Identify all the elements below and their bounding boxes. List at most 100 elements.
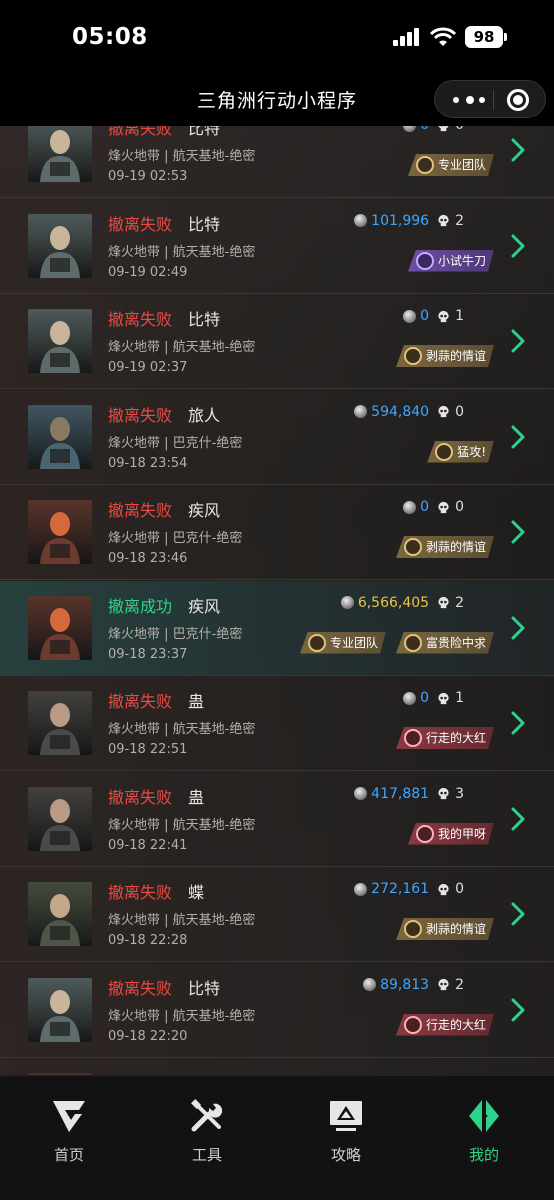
chevron-right-icon[interactable] (510, 998, 526, 1022)
badge-emblem-icon (404, 634, 422, 652)
match-record-row[interactable]: 撤离失败 比特 烽火地带 | 航天基地-绝密 09-18 22:20 89,813 2 行走… (0, 962, 554, 1058)
operator-name: 蛊 (188, 692, 205, 711)
skull-icon (438, 596, 449, 609)
achievement-badge: 专业团队 (408, 154, 494, 176)
extraction-status: 撤离失败 (108, 883, 173, 902)
extraction-status: 撤离失败 (108, 310, 173, 329)
nav-bar: 三角洲行动小程序 (0, 78, 554, 126)
kill-count: 2 (455, 212, 464, 229)
kill-count: 0 (455, 126, 464, 133)
operator-name: 比特 (188, 214, 221, 234)
achievement-badge: 专业团队 (300, 632, 386, 654)
chevron-right-icon[interactable] (510, 138, 526, 162)
chevron-right-icon[interactable] (510, 711, 526, 735)
loot-value: 417,881 (371, 785, 430, 802)
map-name: 烽火地带 | 航天基地-绝密 (108, 913, 256, 928)
tab-guides[interactable]: 攻略 (306, 1098, 386, 1165)
more-icon[interactable] (449, 90, 489, 110)
badge-list: 专业团队 (398, 154, 494, 176)
loot-value-group: 01 (403, 308, 464, 324)
wifi-icon (430, 27, 456, 46)
currency-coin-icon (403, 309, 417, 323)
status-time: 05:08 (72, 24, 148, 50)
operator-name: 蝶 (188, 883, 205, 902)
tab-mine[interactable]: 我的 (444, 1098, 524, 1165)
mini-program-capsule (434, 80, 546, 118)
skull-icon (438, 126, 449, 131)
match-time: 09-18 23:46 (108, 551, 188, 566)
badge-label: 专业团队 (329, 635, 378, 650)
badge-label: 剥蒜的情谊 (425, 349, 486, 363)
badge-emblem-icon (435, 443, 453, 461)
loot-value: 0 (420, 308, 430, 324)
badge-label: 行走的大红 (425, 731, 486, 745)
badge-label: 富贵险中求 (425, 635, 486, 650)
operator-name: 蛊 (188, 787, 205, 807)
skull-icon (438, 501, 449, 513)
operator-avatar (28, 500, 92, 564)
badge-label: 我的甲呀 (437, 826, 486, 841)
loot-value-group: 101,996 2 (354, 213, 464, 229)
close-mini-program-icon[interactable] (507, 89, 529, 111)
match-record-row[interactable]: 撤离失败 比特 烽火地带 | 航天基地-绝密 09-19 02:49 101,996 2 小… (0, 198, 554, 294)
match-record-row[interactable]: 撤离失败红狼 (0, 1058, 554, 1075)
skull-icon (438, 978, 449, 991)
loot-value: 594,840 (371, 403, 430, 420)
chevron-right-icon[interactable] (510, 616, 526, 640)
operator-name: 旅人 (188, 405, 221, 425)
loot-value: 272,161 (371, 881, 430, 897)
match-record-row[interactable]: 撤离失败 旅人 烽火地带 | 巴克什-绝密 09-18 23:54 594,840 0 猛攻… (0, 389, 554, 485)
currency-coin-icon (354, 214, 368, 227)
badge-emblem-icon (404, 538, 422, 556)
match-record-list[interactable]: 撤离失败比特烽火地带 | 航天基地-绝密09-19 02:5300专业团队撤离失… (0, 126, 554, 1075)
tab-guides-label: 攻略 (330, 1146, 361, 1164)
chevron-right-icon[interactable] (510, 329, 526, 353)
extraction-status: 撤离失败 (108, 405, 173, 425)
chevron-right-icon[interactable] (510, 234, 526, 258)
badge-list: 专业团队 富贵险中求 (290, 632, 494, 654)
match-record-row[interactable]: 撤离失败蝶烽火地带 | 航天基地-绝密 09-18 22:28 272,161 0 剥蒜… (0, 867, 554, 962)
match-record-row[interactable]: 撤离失败蛊烽火地带 | 航天基地-绝密 09-18 22:41 417,881 3 我的… (0, 771, 554, 867)
match-record-row[interactable]: 撤离成功 疾风 烽火地带 | 巴克什-绝密 09-18 23:37 6,566,405 2… (0, 580, 554, 676)
currency-coin-icon (354, 405, 368, 418)
kill-count: 2 (455, 594, 464, 611)
skull-icon (438, 405, 449, 418)
match-time: 09-18 22:20 (108, 1028, 188, 1044)
operator-avatar (28, 309, 92, 373)
match-record-row[interactable]: 撤离失败比特烽火地带 | 航天基地-绝密09-19 02:5300专业团队 (0, 126, 554, 198)
badge-label: 行走的大红 (425, 1017, 486, 1032)
chevron-right-icon[interactable] (510, 807, 526, 831)
tab-mine-label: 我的 (468, 1146, 499, 1164)
achievement-badge: 剥蒜的情谊 (396, 536, 494, 558)
currency-coin-icon (403, 691, 417, 705)
match-record-row[interactable]: 撤离失败 比特 烽火地带 | 航天基地-绝密 09-19 02:37 0 1 剥蒜的情谊 (0, 294, 554, 389)
operator-name: 比特 (188, 310, 221, 329)
badge-emblem-icon (416, 825, 434, 843)
loot-value-group: 272,161 0 (354, 881, 464, 897)
match-time: 09-18 23:37 (108, 646, 188, 662)
kill-count: 0 (455, 499, 464, 515)
badge-list: 剥蒜的情谊 (386, 345, 494, 367)
badge-list: 剥蒜的情谊 (386, 536, 494, 558)
badge-list: 猛攻! (417, 441, 494, 463)
currency-coin-icon (403, 500, 417, 514)
tab-home-label: 首页 (53, 1146, 84, 1164)
chevron-right-icon[interactable] (510, 425, 526, 449)
loot-value: 89,813 (380, 976, 430, 993)
match-record-row[interactable]: 撤离失败 疾风 烽火地带 | 巴克什-绝密 09-18 23:46 0 0 剥蒜的情谊 (0, 485, 554, 580)
badge-list: 我的甲呀 (398, 823, 494, 845)
match-time: 09-18 22:28 (108, 933, 188, 948)
map-name: 烽火地带 | 航天基地-绝密 (108, 149, 256, 164)
chevron-right-icon[interactable] (510, 902, 526, 926)
currency-coin-icon (403, 126, 417, 132)
tab-home[interactable]: 首页 (29, 1098, 109, 1165)
kill-count: 1 (455, 308, 464, 324)
match-record-row[interactable]: 撤离失败蛊烽火地带 | 航天基地-绝密 09-18 22:51 0 1 行走的大红 (0, 676, 554, 771)
skull-icon (438, 787, 449, 800)
loot-value-group: 00 (403, 126, 464, 133)
chevron-right-icon[interactable] (510, 520, 526, 544)
match-time: 09-18 22:51 (108, 742, 188, 757)
delta-logo-icon (469, 1100, 499, 1132)
tab-tools[interactable]: 工具 (167, 1098, 247, 1165)
match-time: 09-19 02:53 (108, 169, 188, 184)
